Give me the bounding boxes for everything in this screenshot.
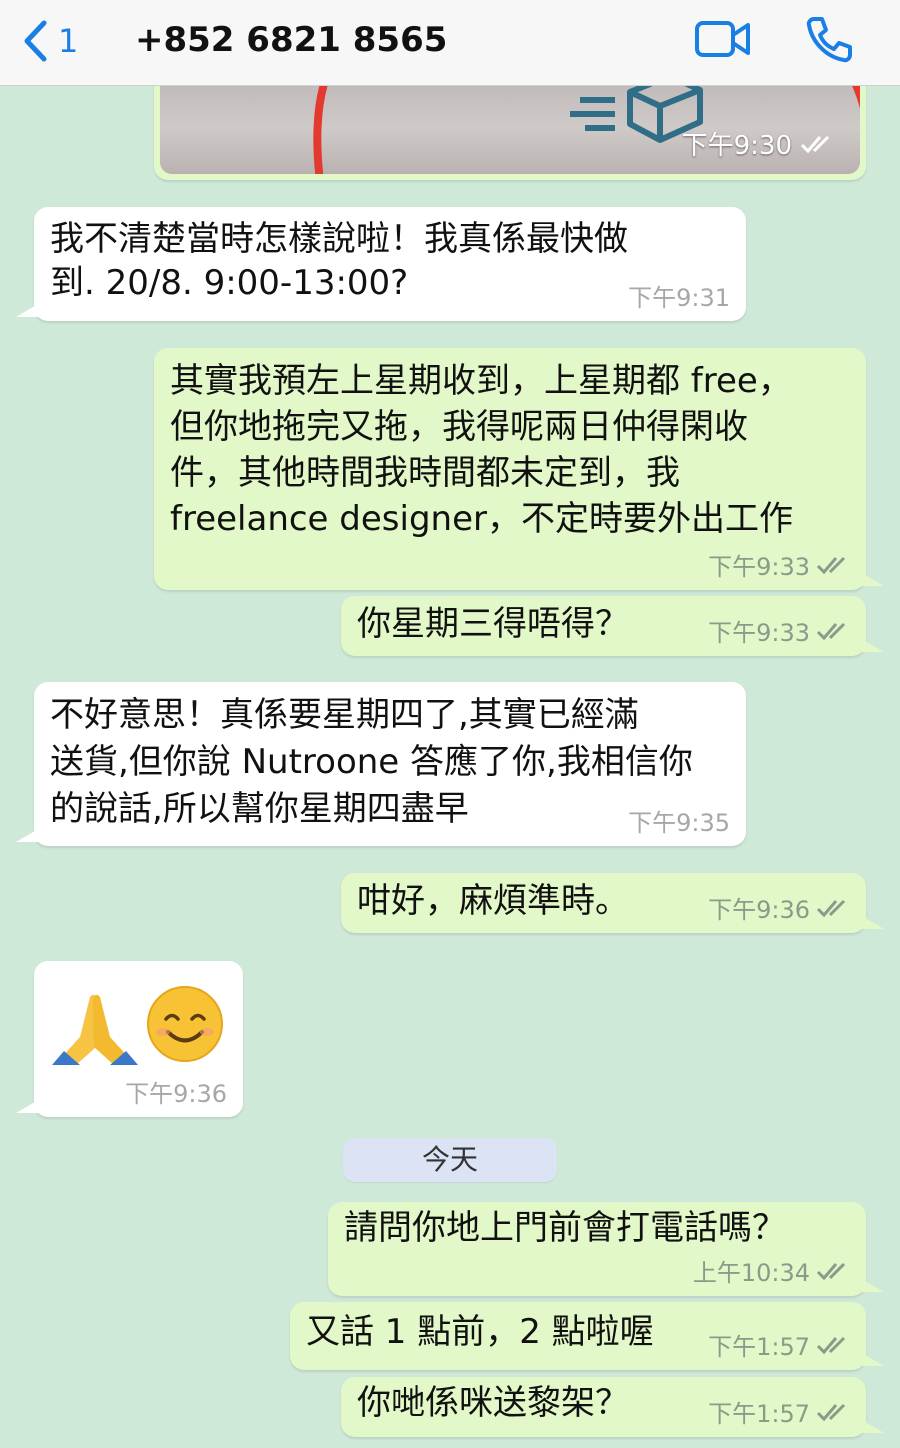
message-meta: 下午9:36 (125, 1074, 227, 1109)
message-text: 你星期三得唔得？ (357, 604, 629, 644)
day-separator: 今天 (343, 1138, 557, 1182)
message-outgoing[interactable]: 你哋係咪送黎架？ 下午1:57 (341, 1377, 884, 1437)
message-outgoing[interactable]: 咁好，麻煩準時。 下午9:36 (341, 873, 884, 933)
phone-icon (806, 17, 852, 63)
shared-photo[interactable]: 下午9:30 (160, 86, 860, 174)
message-text: 請問你地上門前會打電話嗎？ (344, 1208, 786, 1248)
message-time: 下午9:36 (125, 1080, 227, 1108)
message-text: 又話 1 點前，2 點啦喔 (306, 1312, 654, 1352)
message-time: 下午9:36 (708, 896, 810, 924)
unread-count: 1 (58, 22, 79, 60)
contact-name[interactable]: +852 6821 8565 (135, 20, 447, 60)
double-check-icon (816, 1403, 846, 1421)
message-time: 下午1:57 (708, 1400, 810, 1428)
message-incoming[interactable]: 我不清楚當時怎樣說啦！我真係最快做 到. 20/8. 9:00-13:00? 下… (16, 207, 746, 321)
message-time: 下午9:31 (628, 284, 730, 312)
message-outgoing[interactable]: 其實我預左上星期收到，上星期都 free， 但你地拖完又拖，我得呢兩日仲得閑收 … (154, 348, 884, 590)
message-outgoing[interactable]: 請問你地上門前會打電話嗎？ 上午10:34 (328, 1202, 884, 1296)
message-time: 下午9:35 (628, 809, 730, 837)
chat-header: 1 +852 6821 8565 (0, 0, 900, 86)
message-image[interactable]: 下午9:30 (154, 86, 866, 180)
folded-hands-emoji (52, 994, 138, 1065)
message-outgoing[interactable]: 又話 1 點前，2 點啦喔 下午1:57 (290, 1302, 884, 1370)
message-meta: 下午9:36 (708, 890, 850, 925)
message-time: 上午10:34 (692, 1259, 810, 1287)
double-check-icon (816, 899, 846, 917)
message-time: 下午1:57 (708, 1333, 810, 1361)
message-incoming[interactable]: 不好意思！真係要星期四了,其實已經滿 送貨,但你說 Nutroone 答應了你,… (16, 682, 746, 846)
message-text: 其實我預左上星期收到，上星期都 free， 但你地拖完又拖，我得呢兩日仲得閑收 … (170, 361, 793, 539)
double-check-icon (816, 556, 846, 574)
double-check-icon (816, 1336, 846, 1354)
back-button[interactable]: 1 (22, 16, 78, 66)
message-meta: 下午9:35 (628, 803, 730, 838)
message-text: 不好意思！真係要星期四了,其實已經滿 送貨,但你說 Nutroone 答應了你,… (50, 695, 693, 829)
message-meta: 上午10:34 (693, 1253, 850, 1288)
double-check-icon (800, 135, 830, 153)
message-time: 下午9:33 (708, 619, 810, 647)
smiling-face-emoji (147, 986, 223, 1062)
voice-call-button[interactable] (804, 14, 854, 64)
message-incoming-emoji[interactable]: 下午9:36 (16, 961, 243, 1117)
video-call-button[interactable] (694, 18, 752, 60)
message-meta: 下午1:57 (708, 1394, 850, 1429)
double-check-icon (816, 622, 846, 640)
message-text: 你哋係咪送黎架？ (357, 1383, 629, 1423)
message-meta: 下午9:31 (628, 278, 730, 313)
chevron-left-icon (24, 20, 47, 62)
message-text: 我不清楚當時怎樣說啦！我真係最快做 到. 20/8. 9:00-13:00? (50, 219, 628, 303)
video-camera-icon (695, 21, 750, 57)
package-icon (570, 86, 703, 143)
double-check-icon (816, 1262, 846, 1280)
message-meta: 下午1:57 (708, 1327, 850, 1362)
message-meta: 下午9:30 (682, 125, 834, 162)
message-meta: 下午9:33 (708, 613, 850, 648)
message-outgoing[interactable]: 你星期三得唔得？ 下午9:33 (341, 596, 884, 656)
message-meta: 下午9:33 (708, 547, 850, 582)
message-list[interactable]: 下午9:30 我不清楚當時怎樣說啦！我真係最快做 到. 20/8. 9:00-1… (0, 86, 900, 1448)
message-time: 下午9:33 (708, 553, 810, 581)
message-text: 咁好，麻煩準時。 (357, 881, 629, 921)
message-time: 下午9:30 (681, 131, 792, 161)
